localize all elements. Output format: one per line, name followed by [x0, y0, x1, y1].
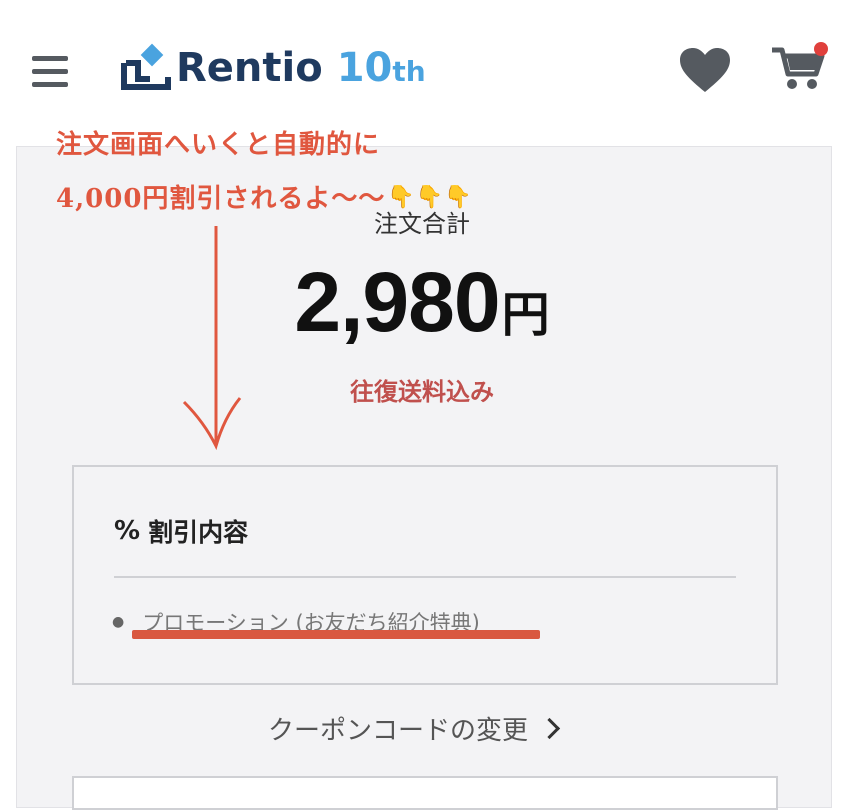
- change-coupon-link[interactable]: クーポンコードの変更: [268, 710, 561, 747]
- pointing-down-emoji-icon: 👇👇👇: [387, 183, 473, 210]
- currency-label: 円: [501, 287, 550, 343]
- divider: [114, 576, 736, 578]
- discount-details-box: % 割引内容 ● プロモーション (お友だち紹介特典): [72, 465, 778, 685]
- annotation-line-2-text: 4,000円割引されるよ〜〜: [56, 184, 386, 214]
- hamburger-menu-icon[interactable]: [32, 56, 70, 88]
- logo-wordmark: Rentio: [176, 45, 323, 91]
- total-amount-value: 2,980: [294, 255, 500, 349]
- annotation-line-2: 4,000円割引されるよ〜〜 👇👇👇: [56, 178, 473, 215]
- logo-mark-icon: [121, 43, 171, 90]
- rentio-logo[interactable]: Rentio 10th: [120, 40, 426, 96]
- logo-anniversary: 10th: [336, 45, 426, 91]
- next-section-box: [72, 776, 778, 810]
- annotation-underline: [132, 630, 540, 639]
- shipping-included-note: 往復送料込み: [350, 378, 494, 406]
- cart-badge: [814, 42, 828, 56]
- percent-icon: %: [114, 516, 141, 546]
- discount-title-text: 割引内容: [148, 518, 249, 547]
- discount-title: % 割引内容: [114, 513, 248, 549]
- order-total-amount: 2,980円: [0, 254, 844, 351]
- app-header: Rentio 10th: [0, 0, 844, 140]
- bullet-icon: ●: [112, 614, 125, 630]
- annotation-line-1: 注文画面へいくと自動的に: [56, 130, 381, 160]
- cart-button[interactable]: [770, 40, 830, 94]
- annotation-arrow-icon: [182, 226, 242, 451]
- favorite-heart-icon[interactable]: [678, 46, 732, 96]
- chevron-right-icon: [538, 717, 561, 740]
- coupon-link-label: クーポンコードの変更: [268, 716, 529, 746]
